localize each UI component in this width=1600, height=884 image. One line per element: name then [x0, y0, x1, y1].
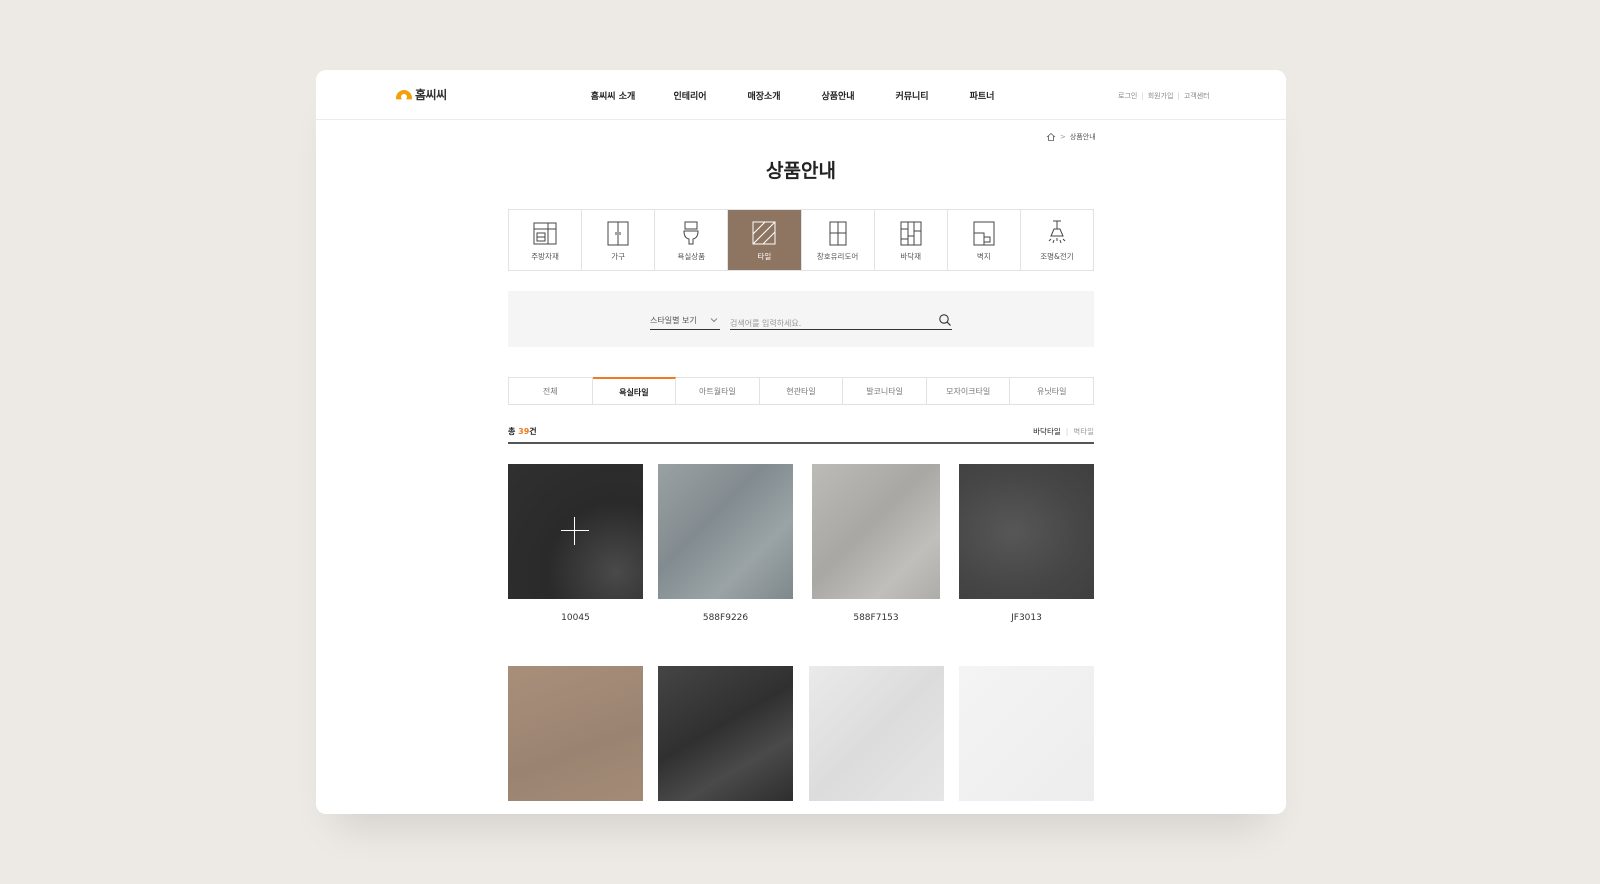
category-label: 가구	[611, 251, 626, 261]
utility-links: 로그인 | 회원가입 | 고객센터	[1118, 91, 1210, 101]
category-furniture[interactable]: 가구	[582, 210, 656, 270]
product-name: 588F7153	[853, 613, 899, 623]
subtab-artwall-tile[interactable]: 아트월타일	[676, 378, 760, 404]
lamp-icon	[1048, 220, 1066, 243]
subtab-bathroom-tile[interactable]: 욕실타일	[592, 377, 677, 405]
product-image[interactable]	[809, 666, 944, 801]
category-tile[interactable]: 타일	[728, 210, 802, 270]
product-name: 10045	[561, 613, 590, 623]
category-kitchen[interactable]: 주방자재	[509, 210, 583, 270]
floor-icon	[900, 221, 922, 245]
product-image[interactable]	[508, 666, 643, 801]
search-field	[730, 311, 952, 332]
result-count: 총 39건	[508, 427, 537, 436]
product-image[interactable]	[658, 464, 793, 599]
result-summary: 총 39건 바닥타일 | 벽타일	[508, 426, 1094, 444]
customer-center-link[interactable]: 고객센터	[1184, 91, 1210, 101]
nav-item-partner[interactable]: 파트너	[970, 89, 995, 102]
divider: |	[1065, 427, 1069, 436]
wardrobe-icon	[607, 221, 629, 245]
wallpaper-icon	[973, 221, 995, 245]
divider: |	[1141, 92, 1144, 100]
category-label: 창호유리도어	[816, 251, 859, 261]
subtab-entrance-tile[interactable]: 현관타일	[760, 378, 844, 404]
category-label: 바닥재	[900, 251, 922, 261]
subtab-all[interactable]: 전체	[509, 378, 593, 404]
search-panel: 스타일별 보기	[508, 291, 1094, 347]
product-card[interactable]: 588F7153	[812, 464, 940, 623]
product-image[interactable]	[508, 464, 643, 599]
breadcrumb: > 상품안내	[1046, 132, 1096, 142]
style-select-value: 스타일별 보기	[650, 315, 697, 325]
category-label: 주방자재	[531, 251, 559, 261]
product-card[interactable]	[508, 666, 643, 814]
product-card[interactable]	[658, 666, 793, 814]
product-card[interactable]	[809, 666, 944, 814]
chevron-down-icon	[710, 318, 718, 323]
product-card[interactable]	[959, 666, 1094, 814]
category-flooring[interactable]: 바닥재	[875, 210, 948, 270]
category-label: 조명&전기	[1040, 251, 1074, 261]
tile-type-filter: 바닥타일 | 벽타일	[1033, 426, 1094, 437]
category-label: 욕실상품	[677, 251, 706, 261]
search-input[interactable]	[730, 315, 920, 332]
subtab-mosaic-tile[interactable]: 모자이크타일	[927, 378, 1011, 404]
style-select[interactable]: 스타일별 보기	[650, 311, 720, 330]
login-link[interactable]: 로그인	[1118, 91, 1137, 101]
product-card[interactable]: 10045	[508, 464, 643, 623]
filter-wall-tile[interactable]: 벽타일	[1073, 426, 1094, 437]
product-card[interactable]: JF3013	[959, 464, 1094, 623]
category-wallpaper[interactable]: 벽지	[948, 210, 1021, 270]
product-image[interactable]	[812, 464, 940, 599]
category-tabs: 주방자재 가구 욕실상품 타일 창호유리도어 바닥재 벽지 조명&전기	[508, 209, 1094, 271]
category-lighting[interactable]: 조명&전기	[1021, 210, 1093, 270]
home-icon[interactable]	[1046, 132, 1056, 142]
breadcrumb-current: 상품안내	[1069, 133, 1096, 141]
category-bathroom[interactable]: 욕실상품	[655, 210, 729, 270]
category-window-door[interactable]: 창호유리도어	[802, 210, 875, 270]
tile-icon	[752, 221, 776, 244]
subtab-unit-tile[interactable]: 유닛타일	[1010, 378, 1093, 404]
toilet-icon	[683, 221, 699, 244]
category-label: 타일	[757, 251, 772, 261]
nav-item-products[interactable]: 상품안내	[821, 89, 854, 102]
subtab-balcony-tile[interactable]: 발코니타일	[843, 378, 927, 404]
category-label: 벽지	[976, 251, 991, 261]
product-name: 588F9226	[702, 613, 749, 623]
product-image[interactable]	[959, 666, 1094, 801]
nav-item-community[interactable]: 커뮤니티	[895, 89, 928, 102]
chevron-right-icon: >	[1060, 133, 1066, 141]
product-card[interactable]: 588F9226	[658, 464, 793, 623]
page-window: 홈씨씨 홈씨씨 소개 인테리어 매장소개 상품안내 커뮤니티 파트너 로그인 |…	[316, 70, 1286, 814]
filter-floor-tile[interactable]: 바닥타일	[1033, 426, 1061, 437]
search-icon[interactable]	[938, 313, 952, 327]
zoom-plus-icon	[561, 517, 589, 545]
tile-subtabs: 전체 욕실타일 아트월타일 현관타일 발코니타일 모자이크타일 유닛타일	[508, 377, 1094, 405]
site-header: 홈씨씨 홈씨씨 소개 인테리어 매장소개 상품안내 커뮤니티 파트너 로그인 |…	[316, 70, 1286, 120]
product-image[interactable]	[959, 464, 1094, 599]
nav-item-interior[interactable]: 인테리어	[673, 89, 706, 102]
product-name: JF3013	[1011, 613, 1042, 623]
kitchen-icon	[533, 222, 557, 244]
divider: |	[1177, 92, 1180, 100]
window-icon	[829, 221, 847, 245]
nav-item-about[interactable]: 홈씨씨 소개	[591, 89, 636, 102]
signup-link[interactable]: 회원가입	[1148, 91, 1174, 101]
nav-item-stores[interactable]: 매장소개	[747, 89, 780, 102]
product-image[interactable]	[658, 666, 793, 801]
page-title: 상품안내	[766, 160, 836, 182]
